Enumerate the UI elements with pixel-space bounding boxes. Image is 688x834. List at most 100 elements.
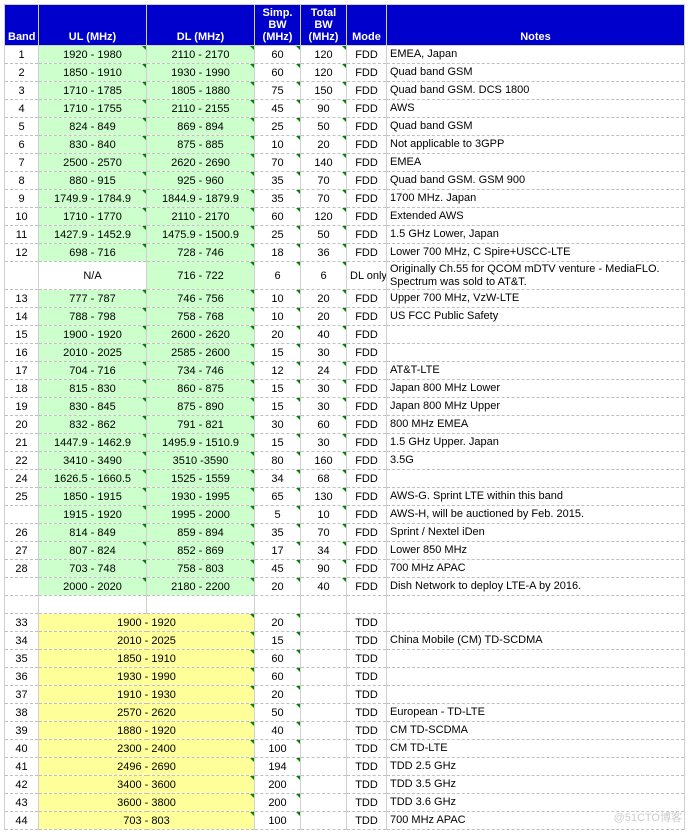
cell-band: 14 [5,308,39,326]
cell-dl: 860 - 875 [147,380,255,398]
band-table: Band UL (MHz) DL (MHz) Simp. BW (MHz) To… [4,4,685,830]
cell-freq-merged: 1930 - 1990 [39,668,255,686]
cell-band: 22 [5,452,39,470]
cell-dl: 728 - 746 [147,244,255,262]
cell-mode: FDD [347,506,387,524]
table-row: 351850 - 191060TDD [5,650,685,668]
cell-tbw [301,686,347,704]
table-row: 27807 - 824852 - 8691734FDDLower 850 MHz [5,542,685,560]
cell-dl: 859 - 894 [147,524,255,542]
cell-mode: FDD [347,308,387,326]
cell-tbw: 20 [301,308,347,326]
cell-notes: Extended AWS [387,208,685,226]
empty-cell [347,596,387,614]
cell-notes: AWS-G. Sprint LTE within this band [387,488,685,506]
cell-band: 15 [5,326,39,344]
cell-freq-merged: 3600 - 3800 [39,794,255,812]
cell-dl: 2620 - 2690 [147,154,255,172]
cell-band: 40 [5,740,39,758]
cell-mode: TDD [347,614,387,632]
cell-notes: CM TD-LTE [387,740,685,758]
cell-band: 9 [5,190,39,208]
cell-ul: 698 - 716 [39,244,147,262]
cell-ul: 1920 - 1980 [39,46,147,64]
cell-mode: FDD [347,154,387,172]
empty-cell [39,596,147,614]
cell-mode: FDD [347,226,387,244]
cell-ul: N/A [39,262,147,290]
cell-dl: 2600 - 2620 [147,326,255,344]
cell-mode: TDD [347,722,387,740]
cell-band: 25 [5,488,39,506]
header-tbw: Total BW (MHz) [301,5,347,46]
cell-mode: TDD [347,794,387,812]
cell-notes: Quad band GSM [387,64,685,82]
cell-mode: FDD [347,416,387,434]
cell-tbw: 150 [301,82,347,100]
cell-sbw: 20 [255,326,301,344]
cell-tbw: 90 [301,100,347,118]
cell-notes: TDD 3.5 GHz [387,776,685,794]
cell-notes [387,668,685,686]
cell-mode: FDD [347,380,387,398]
cell-ul: 1900 - 1920 [39,326,147,344]
cell-sbw: 70 [255,154,301,172]
cell-dl: 1844.9 - 1879.9 [147,190,255,208]
cell-sbw: 194 [255,758,301,776]
cell-band: 1 [5,46,39,64]
table-row: 17704 - 716734 - 7461224FDDAT&T-LTE [5,362,685,380]
table-row: 412496 - 2690194TDDTDD 2.5 GHz [5,758,685,776]
cell-sbw: 60 [255,650,301,668]
cell-tbw: 34 [301,542,347,560]
cell-ul: 704 - 716 [39,362,147,380]
cell-notes: 700 MHz APAC [387,560,685,578]
cell-notes: Not applicable to 3GPP [387,136,685,154]
cell-band: 10 [5,208,39,226]
cell-mode: TDD [347,668,387,686]
cell-ul: 2500 - 2570 [39,154,147,172]
cell-mode: FDD [347,524,387,542]
cell-notes: Sprint / Nextel iDen [387,524,685,542]
cell-notes: European - TD-LTE [387,704,685,722]
cell-mode: TDD [347,686,387,704]
cell-tbw: 68 [301,470,347,488]
cell-tbw [301,650,347,668]
cell-band: 17 [5,362,39,380]
cell-mode: TDD [347,632,387,650]
cell-dl: 869 - 894 [147,118,255,136]
cell-ul: 830 - 845 [39,398,147,416]
header-sbw: Simp. BW (MHz) [255,5,301,46]
cell-tbw: 30 [301,434,347,452]
cell-ul: 1626.5 - 1660.5 [39,470,147,488]
cell-ul: 703 - 748 [39,560,147,578]
cell-freq-merged: 2496 - 2690 [39,758,255,776]
cell-band: 38 [5,704,39,722]
cell-sbw: 20 [255,686,301,704]
cell-sbw: 5 [255,506,301,524]
table-row: 2000 - 20202180 - 22002040FDDDish Networ… [5,578,685,596]
cell-band: 33 [5,614,39,632]
cell-tbw: 70 [301,190,347,208]
cell-ul: 1749.9 - 1784.9 [39,190,147,208]
cell-tbw: 120 [301,46,347,64]
cell-ul: 3410 - 3490 [39,452,147,470]
cell-sbw: 40 [255,722,301,740]
cell-band: 37 [5,686,39,704]
cell-tbw: 90 [301,560,347,578]
cell-notes [387,614,685,632]
cell-tbw [301,812,347,830]
table-row: 111427.9 - 1452.91475.9 - 1500.92550FDD1… [5,226,685,244]
header-dl: DL (MHz) [147,5,255,46]
table-row: 6830 - 840875 - 8851020FDDNot applicable… [5,136,685,154]
cell-band: 5 [5,118,39,136]
table-row: 26814 - 849859 - 8943570FDDSprint / Next… [5,524,685,542]
cell-dl: 1525 - 1559 [147,470,255,488]
cell-dl: 746 - 756 [147,290,255,308]
table-row: 251850 - 19151930 - 199565130FDDAWS-G. S… [5,488,685,506]
cell-band: 7 [5,154,39,172]
cell-dl: 2585 - 2600 [147,344,255,362]
cell-ul: 788 - 798 [39,308,147,326]
cell-sbw: 100 [255,740,301,758]
cell-notes: Originally Ch.55 for QCOM mDTV venture -… [387,262,685,290]
cell-notes: 1.5 GHz Lower, Japan [387,226,685,244]
